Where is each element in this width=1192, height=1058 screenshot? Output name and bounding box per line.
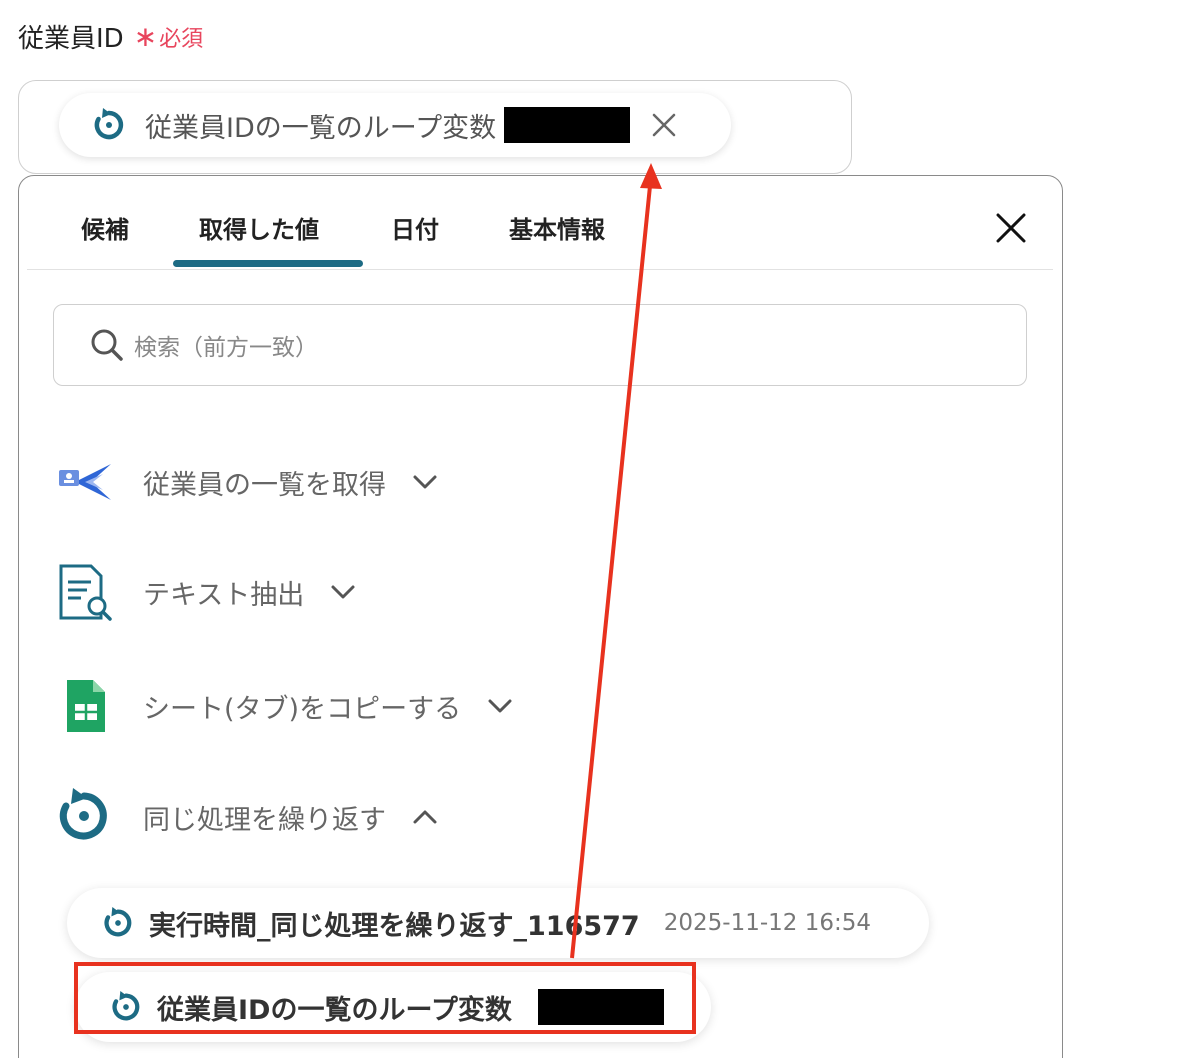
- group-label: シート(タブ)をコピーする: [143, 693, 462, 725]
- loop-item-timestamp: 2025-11-12 16:54: [663, 910, 871, 936]
- group-text-extraction[interactable]: テキスト抽出: [55, 562, 356, 622]
- loop-item-employee-id-variable[interactable]: 従業員IDの一覧のループ変数: [75, 972, 711, 1042]
- chip-label: 従業員IDの一覧のループ変数: [145, 112, 497, 144]
- selected-value-chip[interactable]: 従業員IDの一覧のループ変数: [59, 93, 731, 157]
- loop-item-label: 従業員IDの一覧のループ変数: [157, 994, 512, 1026]
- chip-remove-icon[interactable]: [650, 111, 678, 139]
- loop-icon: [104, 906, 132, 937]
- search-placeholder: 検索（前方一致）: [134, 335, 318, 361]
- required-star: ∗: [133, 20, 158, 53]
- field-label: 従業員ID ∗ 必須: [18, 18, 203, 55]
- search-input[interactable]: 検索（前方一致）: [53, 304, 1027, 386]
- tab-basic-info[interactable]: 基本情報: [509, 210, 605, 245]
- group-label: 従業員の一覧を取得: [143, 469, 386, 501]
- loop-icon: [112, 990, 140, 1021]
- chevron-up-icon: [413, 810, 437, 824]
- tab-candidates[interactable]: 候補: [81, 210, 129, 245]
- tab-bar: 候補 取得した値 日付 基本情報: [27, 176, 1053, 270]
- loop-item-label: 実行時間_同じ処理を繰り返す_116577: [149, 910, 640, 942]
- page: 従業員ID ∗ 必須 従業員IDの一覧のループ変数 候補 取得した値 日付 基本…: [0, 0, 1192, 1058]
- close-icon[interactable]: [995, 212, 1027, 244]
- active-tab-indicator: [173, 260, 363, 267]
- search-icon: [91, 329, 123, 361]
- required-text: 必須: [159, 26, 204, 52]
- loop-item-execution-time[interactable]: 実行時間_同じ処理を繰り返す_116577 2025-11-12 16:54: [67, 888, 929, 958]
- group-employee-list[interactable]: 従業員の一覧を取得: [55, 460, 438, 504]
- chevron-down-icon: [331, 585, 355, 599]
- field-label-text: 従業員ID: [18, 24, 124, 54]
- bird-app-icon: [59, 464, 111, 500]
- group-repeat-process[interactable]: 同じ処理を繰り返す: [55, 786, 438, 848]
- chevron-down-icon: [413, 475, 437, 489]
- google-sheets-icon: [67, 680, 105, 732]
- group-copy-sheet[interactable]: シート(タブ)をコピーする: [55, 678, 513, 734]
- chevron-down-icon: [488, 699, 512, 713]
- group-label: テキスト抽出: [143, 579, 305, 611]
- redacted-block: [504, 107, 631, 143]
- loop-icon: [94, 108, 124, 140]
- redacted-block: [537, 989, 664, 1025]
- tab-date[interactable]: 日付: [391, 210, 439, 245]
- loop-icon: [59, 788, 107, 840]
- document-search-icon: [59, 564, 112, 621]
- group-label: 同じ処理を繰り返す: [143, 804, 386, 836]
- employee-id-field[interactable]: 従業員IDの一覧のループ変数: [18, 80, 852, 174]
- value-picker-panel: 候補 取得した値 日付 基本情報 検索（前方一致） 従業員の一覧を取得 テキスト…: [18, 175, 1063, 1058]
- tab-retrieved-values[interactable]: 取得した値: [199, 210, 319, 245]
